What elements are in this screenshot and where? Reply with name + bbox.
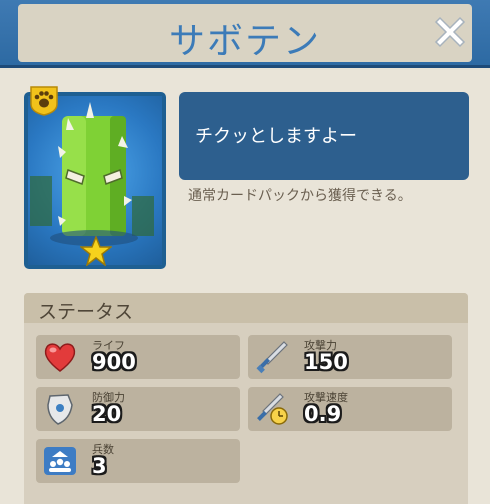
heart-icon <box>44 343 76 372</box>
stat-attack: 攻撃力 150 <box>248 335 452 379</box>
stat-life: ライフ 900 <box>36 335 240 379</box>
stat-attack-speed: 攻撃速度 0.9 <box>248 387 452 431</box>
stat-troops: 兵数 3 <box>36 439 240 483</box>
stat-value: 3 <box>92 454 107 478</box>
close-button[interactable] <box>430 12 470 52</box>
paw-icon <box>30 86 58 116</box>
title-plate: サボテン <box>18 4 472 62</box>
status-panel: ステータス ライフ 900 攻撃力 150 防御力 20 攻撃速度 0.9 兵数… <box>24 293 468 504</box>
star-icon <box>80 236 112 266</box>
page-title: サボテン <box>168 21 321 62</box>
status-title: ステータス <box>38 301 134 323</box>
stat-value: 150 <box>304 350 348 374</box>
stat-defense: 防御力 20 <box>36 387 240 431</box>
sword-icon <box>256 341 288 374</box>
stat-value: 0.9 <box>304 402 342 426</box>
character-quote: チクッとしますよー <box>179 92 469 180</box>
title-bar: サボテン <box>0 0 490 68</box>
quote-text: チクッとしますよー <box>195 126 357 147</box>
stat-value: 20 <box>92 402 122 426</box>
status-header: ステータス <box>24 293 468 323</box>
close-x-icon <box>434 16 466 48</box>
shield-icon <box>47 394 73 425</box>
troops-icon <box>44 447 76 475</box>
stat-value: 900 <box>92 350 136 374</box>
sword-speed-icon <box>257 393 288 425</box>
acquisition-text: 通常カードパックから獲得できる。 <box>188 188 412 204</box>
